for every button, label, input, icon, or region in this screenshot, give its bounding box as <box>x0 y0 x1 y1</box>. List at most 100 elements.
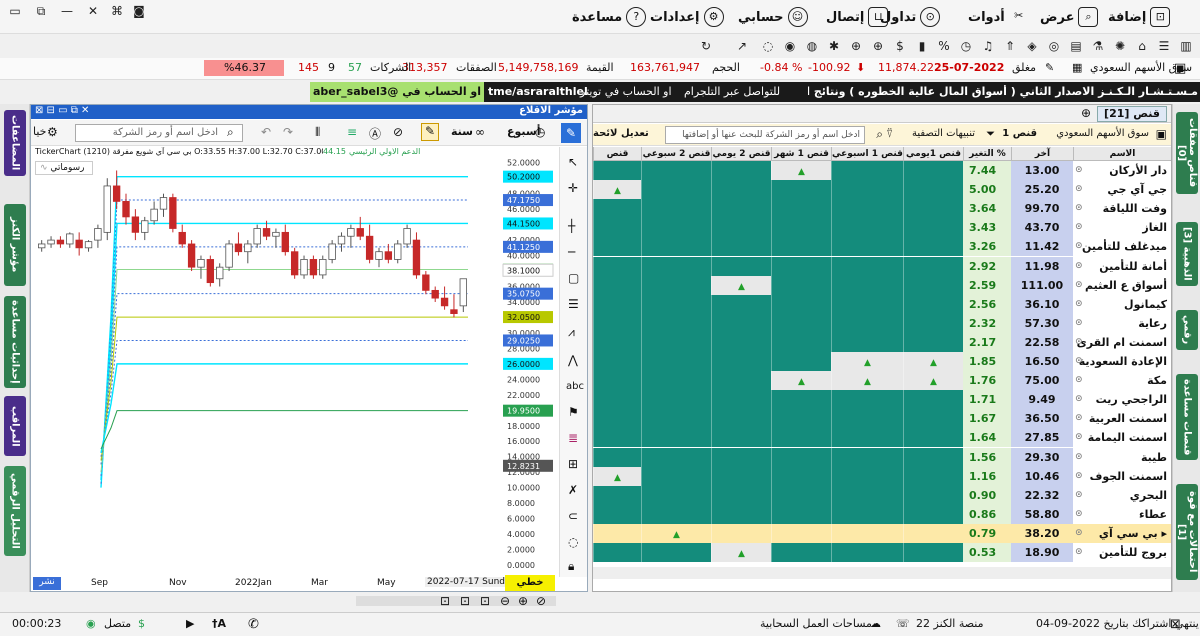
list-search-input[interactable]: ادخل اسم أو رمز الشركة للبحث عنها أو إضا… <box>665 126 865 144</box>
company-name-cell[interactable]: أمانة للتأمين ⊙ <box>1073 256 1171 276</box>
tab-digital[interactable]: رقمي <box>1176 310 1198 350</box>
bars-icon[interactable]: ▮ <box>914 38 930 54</box>
phone-call-icon[interactable]: ✆ <box>248 617 259 632</box>
tab-multiples[interactable]: المضاعفات <box>4 110 26 176</box>
scale-button[interactable]: خطي <box>505 575 555 591</box>
speed-icon[interactable]: ⊘ <box>393 125 403 139</box>
measure-icon[interactable]: ⊞ <box>568 457 578 471</box>
year-button[interactable]: سنة <box>451 125 473 138</box>
crosshair-icon[interactable]: ✛ <box>568 181 578 195</box>
undo-icon[interactable]: ↶ <box>261 125 271 139</box>
table-row[interactable]: ▲ ▲ 1.85 16.50 الإعادة السعودية ⊙ <box>593 352 1171 371</box>
company-name-cell[interactable]: البحري ⊙ <box>1073 485 1171 505</box>
pencil-icon[interactable]: ✎ <box>561 123 581 143</box>
location-pin-icon[interactable]: ⊙ <box>1075 295 1083 314</box>
table-row[interactable]: ▲ 1.16 10.46 اسمنت الجوف ⊙ <box>593 466 1171 486</box>
table-row[interactable]: 3.64 99.70 وفت اللياقة ⊙ <box>593 199 1171 219</box>
pin2-icon[interactable]: ⊕ <box>848 38 864 54</box>
column-header[interactable]: التغير % <box>963 147 1011 161</box>
flask-icon[interactable]: ⚗ <box>1090 38 1106 54</box>
table-row[interactable]: ▲ 0.79 38.20 ▸ بي سي آي ⊙ <box>593 523 1171 543</box>
rocket-icon[interactable]: ⇑ <box>1002 38 1018 54</box>
company-name-cell[interactable]: دار الأركان ⊙ <box>1073 161 1171 180</box>
tag-icon[interactable]: ⌂ <box>1134 38 1150 54</box>
company-name-cell[interactable]: رعاية ⊙ <box>1073 313 1171 333</box>
table-row[interactable]: ▲ 0.53 18.90 بروج للتأمين ⊙ <box>593 543 1171 562</box>
company-name-cell[interactable]: ▸ بي سي آي ⊙ <box>1073 523 1171 543</box>
flag-icon[interactable]: ⚑ <box>568 405 579 419</box>
location-pin-icon[interactable]: ⊙ <box>1075 237 1083 256</box>
location-pin-icon[interactable]: ⊙ <box>1075 257 1083 276</box>
pattern-icon[interactable]: ⩘ <box>568 325 575 340</box>
money-icon[interactable]: $ <box>892 38 908 54</box>
location-pin-icon[interactable]: ⊙ <box>1075 218 1083 237</box>
video-icon[interactable]: ▶ <box>186 617 194 630</box>
zoom-in-icon[interactable]: ⊕ <box>518 594 528 608</box>
menu-settings[interactable]: ⚙ إعدادات <box>650 6 724 28</box>
company-name-cell[interactable]: كيمانول ⊙ <box>1073 294 1171 314</box>
company-name-cell[interactable]: بروج للتأمين ⊙ <box>1073 543 1171 562</box>
search-icon[interactable]: ⌕ <box>227 125 234 140</box>
table-row[interactable]: 2.32 57.30 رعاية ⊙ <box>593 313 1171 333</box>
layers-icon[interactable]: ◈ <box>1024 38 1040 54</box>
location-pin-icon[interactable]: ⊙ <box>1075 543 1083 562</box>
hline-icon[interactable]: ─ <box>568 245 575 259</box>
percent-icon[interactable]: % <box>936 38 952 54</box>
bell-icon[interactable]: ♫ <box>980 38 996 54</box>
columns-icon[interactable]: ▥ <box>1178 38 1194 54</box>
table-row[interactable]: ▲ 5.00 25.20 جي آي جي ⊙ <box>593 180 1171 200</box>
column-header[interactable]: الاسم <box>1073 147 1171 161</box>
vline-icon[interactable]: ┼ <box>568 219 575 233</box>
refresh-icon[interactable]: ↻ <box>698 38 714 54</box>
telegram-handle[interactable]: tme/asraralthlel <box>488 85 588 98</box>
company-name-cell[interactable]: جي آي جي ⊙ <box>1073 180 1171 200</box>
company-name-cell[interactable]: الغاز ⊙ <box>1073 218 1171 238</box>
lines-icon[interactable]: ≣ <box>568 431 578 445</box>
menu-account[interactable]: ☺ حسابي <box>738 6 808 28</box>
table-row[interactable]: ▲ ▲ ▲ 1.76 75.00 مكة ⊙ <box>593 371 1171 391</box>
minimize-icon[interactable]: — <box>56 4 78 18</box>
table-row[interactable]: 1.67 36.50 اسمنت العربية ⊙ <box>593 409 1171 429</box>
tab-watcher[interactable]: المراقب <box>4 396 26 456</box>
tab-probabilities[interactable]: احتمالات مع قوة [1] <box>1176 484 1198 580</box>
edit-list-button[interactable]: تعديل لائحة <box>593 128 649 139</box>
location-pin-icon[interactable]: ⊙ <box>1075 467 1083 486</box>
bars-style-icon[interactable]: ⦀ <box>315 125 320 140</box>
sun-icon[interactable]: ✺ <box>1112 38 1128 54</box>
company-name-cell[interactable]: مكة ⊙ <box>1073 371 1171 391</box>
table-row[interactable]: 1.56 29.30 طيبة ⊙ <box>593 447 1171 467</box>
rect-icon[interactable]: ▢ <box>568 271 579 285</box>
company-name-cell[interactable]: اسمنت اليمامة ⊙ <box>1073 428 1171 448</box>
menu-view[interactable]: ⌕ عرض <box>1040 6 1099 28</box>
pen-icon[interactable]: ✎ <box>1045 61 1054 74</box>
trend-icon[interactable]: ↗ <box>734 38 750 54</box>
market-select[interactable]: سوق الأسهم السعودي <box>1056 128 1149 139</box>
tab-golden[interactable]: الذهبية [3] <box>1176 222 1198 286</box>
pin-icon[interactable]: ⊕ <box>870 38 886 54</box>
menu-connect[interactable]: ⊔ إتصال <box>826 6 889 28</box>
location-pin-icon[interactable]: ⊙ <box>1075 180 1083 199</box>
list-icon[interactable]: ☰ <box>1156 38 1172 54</box>
magnet-icon[interactable]: ⊂ <box>568 509 578 523</box>
location-pin-icon[interactable]: ⊙ <box>1075 333 1083 352</box>
location-pin-icon[interactable]: ⊙ <box>1075 409 1083 428</box>
settings-icon[interactable]: ⚙ <box>47 125 58 139</box>
text-icon[interactable]: abc <box>566 381 584 392</box>
zoom-range-icon[interactable]: ⊡ <box>480 594 490 608</box>
zoom-reset-icon[interactable]: ⊘ <box>536 594 546 608</box>
location-pin-icon[interactable]: ⊙ <box>1075 352 1083 371</box>
redo-icon[interactable]: ↷ <box>283 125 293 139</box>
location-pin-icon[interactable]: ⊙ <box>1075 448 1083 467</box>
star-icon[interactable]: ✱ <box>826 38 842 54</box>
list-icon[interactable]: ▣ <box>1156 127 1167 141</box>
add-tab-icon[interactable]: ⊕ <box>1081 106 1091 120</box>
table-row[interactable]: 2.56 36.10 كيمانول ⊙ <box>593 294 1171 314</box>
chat-icon[interactable]: ◌ <box>760 38 776 54</box>
column-header[interactable]: قنص 2 يومي <box>711 147 771 161</box>
bell-alert-icon[interactable]: ⍢ <box>886 127 893 141</box>
company-name-cell[interactable]: اسمنت الجوف ⊙ <box>1073 466 1171 486</box>
table-scrollbar[interactable] <box>593 567 1171 579</box>
close-icon[interactable]: ✕ <box>82 4 104 18</box>
restore-icon[interactable]: ⧉ <box>30 4 52 18</box>
table-row[interactable]: 3.26 11.42 ميدغلف للتأمين ⊙ <box>593 237 1171 257</box>
